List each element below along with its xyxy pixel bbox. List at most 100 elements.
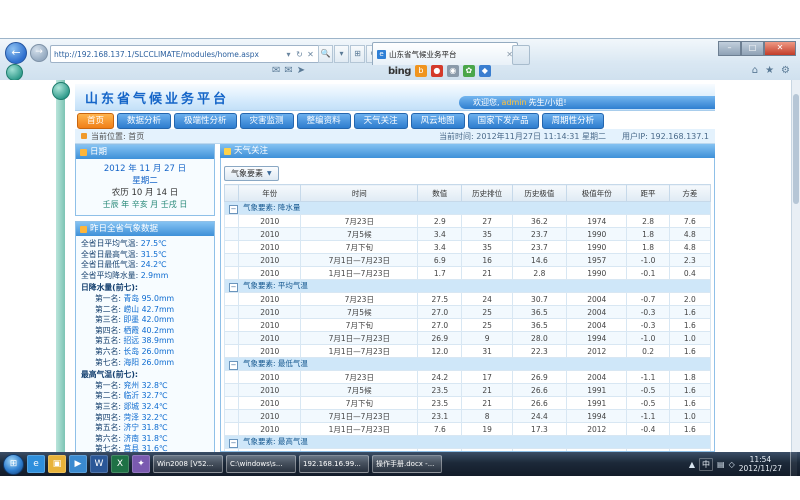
settings-gear-icon[interactable]: ⚙ <box>781 65 790 76</box>
table-cell: 2.3 <box>669 254 710 267</box>
minimize-button[interactable]: – <box>718 41 741 56</box>
mail-icon[interactable]: ✉ <box>272 65 280 76</box>
nav-item[interactable]: 整编资料 <box>297 113 351 129</box>
media-icon[interactable]: ▶ <box>69 455 87 473</box>
taskbar-window-button[interactable]: C:\windows\s... <box>226 455 296 473</box>
table-row[interactable]: 20107月1日—7月23日26.9928.01994-1.01.0 <box>225 332 711 345</box>
search-dropdown-icon[interactable]: ▾ <box>334 45 349 63</box>
row-expand-cell <box>225 228 239 241</box>
collapse-icon[interactable]: − <box>229 205 238 214</box>
weather-icon[interactable]: ✿ <box>463 65 475 77</box>
browser-tab[interactable]: e 山东省气候业务平台 ✕ <box>372 42 518 65</box>
autocomplete-arrow-icon[interactable]: ▾ <box>283 50 294 59</box>
row-expand-cell <box>225 345 239 358</box>
table-row[interactable]: 20101月1日—7月23日7.61917.32012-0.41.6 <box>225 423 711 436</box>
table-row[interactable]: 20107月下旬27.02536.52004-0.31.6 <box>225 319 711 332</box>
news-icon[interactable]: ● <box>431 65 443 77</box>
page-content: 山东省气候业务平台 欢迎您,admin先生/小姐! 首页数据分析极端性分析灾害监… <box>75 84 715 452</box>
table-row[interactable]: 20101月1日—7月23日12.03122.320120.21.6 <box>225 345 711 358</box>
table-cell: 14.6 <box>512 254 566 267</box>
table-row[interactable]: 20107月23日27.52430.72004-0.72.0 <box>225 293 711 306</box>
rank-station: 济南 <box>124 434 142 443</box>
back-button[interactable]: ← <box>5 42 27 64</box>
nav-item[interactable]: 国家下发产品 <box>468 113 539 129</box>
table-row[interactable]: 20107月23日2.92736.219742.87.6 <box>225 215 711 228</box>
bing-logo[interactable]: bing <box>388 66 411 77</box>
mail2-icon[interactable]: ✉ <box>284 65 292 76</box>
table-row[interactable]: 20107月下旬23.52126.61991-0.51.6 <box>225 397 711 410</box>
favorites-star-icon[interactable]: ★ <box>765 65 774 76</box>
show-desktop-button[interactable] <box>790 452 797 476</box>
table-row[interactable]: 20107月1日—7月23日6.91614.61957-1.02.3 <box>225 254 711 267</box>
tool-icon[interactable]: ✦ <box>132 455 150 473</box>
tab-title[interactable]: 山东省气候业务平台 <box>389 49 503 60</box>
scrollbar-thumb[interactable] <box>793 94 799 204</box>
taskbar-clock[interactable]: 11:54 2012/11/27 <box>739 455 786 473</box>
collapse-icon[interactable]: − <box>229 439 238 448</box>
table-group-row[interactable]: −气象要素: 最低气温 <box>225 358 711 371</box>
rank-value: 42.7mm <box>142 305 175 314</box>
table-cell: 1957 <box>567 254 627 267</box>
main-panel-body: 气象要素 ▼ 年份时间数值历史排位历史极值极值年份距平方差 −气象要素: 降水量… <box>220 158 715 452</box>
rank-value: 32.2℃ <box>142 413 168 422</box>
table-cell: 23.7 <box>512 241 566 254</box>
explorer-icon[interactable]: ▣ <box>48 455 66 473</box>
chevron-down-icon: ▼ <box>267 170 272 177</box>
tray-expand-icon[interactable]: ▲ <box>689 460 695 469</box>
send-icon[interactable]: ➤ <box>297 65 305 76</box>
new-tab-button[interactable] <box>512 45 530 65</box>
table-row[interactable]: 20107月下旬3.43523.719901.84.8 <box>225 241 711 254</box>
messenger-icon[interactable] <box>6 64 23 81</box>
network-icon[interactable]: ▤ <box>717 460 725 469</box>
table-row[interactable]: 20107月5候3.43523.719901.84.8 <box>225 228 711 241</box>
home-icon[interactable]: ⌂ <box>752 65 758 76</box>
nav-item[interactable]: 风云地图 <box>411 113 465 129</box>
camera-icon[interactable]: ◉ <box>447 65 459 77</box>
scrollbar[interactable] <box>791 80 800 452</box>
taskbar-window-button[interactable]: 操作手册.docx -... <box>372 455 442 473</box>
bing-b-icon[interactable]: b <box>415 65 427 77</box>
close-button[interactable]: ✕ <box>764 41 796 56</box>
volume-icon[interactable]: ◇ <box>729 460 735 469</box>
rank-value: 38.9mm <box>142 336 175 345</box>
nav-item[interactable]: 首页 <box>77 113 114 129</box>
taskbar-window-button[interactable]: Win2008 [V52... <box>153 455 223 473</box>
address-bar[interactable]: http://192.168.137.1/SLCCLIMATE/modules/… <box>50 45 320 63</box>
excel-icon[interactable]: X <box>111 455 129 473</box>
nav-item[interactable]: 极端性分析 <box>174 113 237 129</box>
nav-item[interactable]: 天气关注 <box>354 113 408 129</box>
table-row[interactable]: 20107月5候23.52126.61991-0.51.6 <box>225 384 711 397</box>
table-group-row[interactable]: −气象要素: 最高气温 <box>225 436 711 449</box>
input-language-indicator[interactable]: 中 <box>699 458 713 471</box>
table-row[interactable]: 20101月1日—7月23日1.7212.81990-0.10.4 <box>225 267 711 280</box>
refresh-icon[interactable]: ↻ <box>294 50 305 59</box>
nav-item[interactable]: 周期性分析 <box>542 113 605 129</box>
rank-value: 26.0mm <box>142 358 175 367</box>
table-row[interactable]: 20107月5候27.02536.52004-0.31.6 <box>225 306 711 319</box>
table-row[interactable]: 20107月1日—7月23日23.1824.41994-1.11.0 <box>225 410 711 423</box>
nav-item[interactable]: 数据分析 <box>117 113 171 129</box>
maximize-button[interactable]: □ <box>741 41 764 56</box>
compat-view-icon[interactable]: ⊞ <box>350 45 365 63</box>
element-filter-button[interactable]: 气象要素 ▼ <box>224 166 279 181</box>
stop-icon[interactable]: ✕ <box>305 50 316 59</box>
forward-button[interactable]: → <box>30 44 48 62</box>
collapse-icon[interactable]: − <box>229 361 238 370</box>
rank-label: 第六名: <box>95 347 124 356</box>
start-button[interactable]: ⊞ <box>3 454 24 475</box>
table-row[interactable]: 20107月23日24.21726.92004-1.11.8 <box>225 371 711 384</box>
table-cell: 23.5 <box>418 384 462 397</box>
taskbar-window-button[interactable]: 192.168.16.99... <box>299 455 369 473</box>
rank-item: 第一名: 兖州 32.8℃ <box>81 381 210 392</box>
table-group-row[interactable]: −气象要素: 平均气温 <box>225 280 711 293</box>
system-tray: ▲ 中 ▤ ◇ 11:54 2012/11/27 <box>689 452 797 476</box>
collapse-icon[interactable]: − <box>229 283 238 292</box>
search-icon[interactable]: 🔍 <box>318 45 333 63</box>
nav-item[interactable]: 灾害监测 <box>240 113 294 129</box>
url-text[interactable]: http://192.168.137.1/SLCCLIMATE/modules/… <box>54 50 283 59</box>
map-icon[interactable]: ◆ <box>479 65 491 77</box>
table-group-row[interactable]: −气象要素: 降水量 <box>225 202 711 215</box>
word-icon[interactable]: W <box>90 455 108 473</box>
page-viewport: 山东省气候业务平台 欢迎您,admin先生/小姐! 首页数据分析极端性分析灾害监… <box>0 80 800 452</box>
ie-icon[interactable]: e <box>27 455 45 473</box>
